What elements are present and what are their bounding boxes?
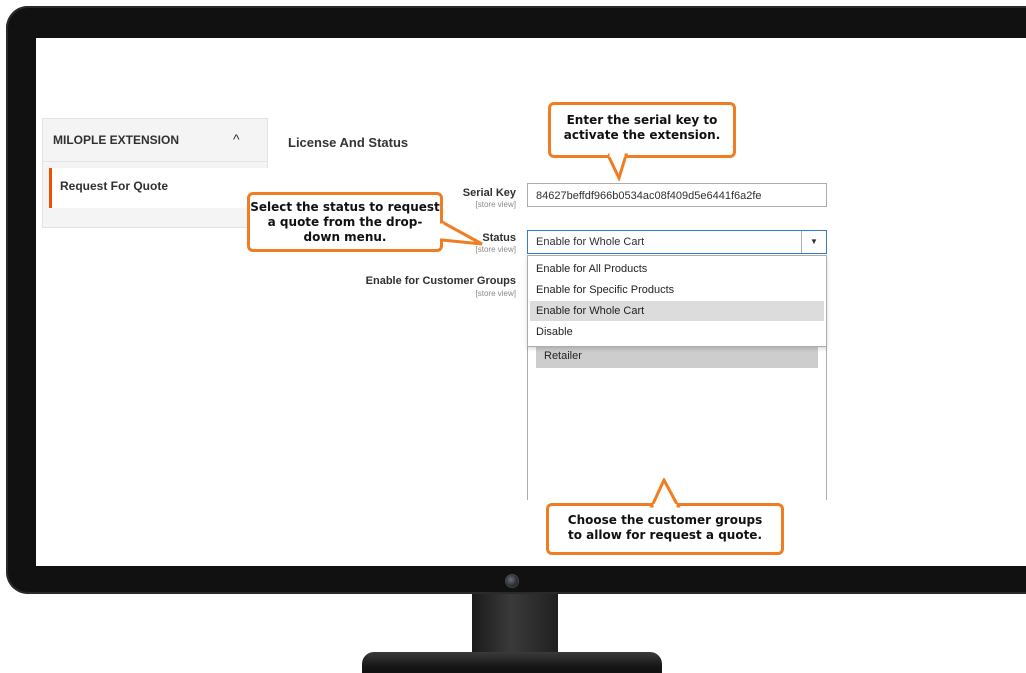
status-option-whole-cart[interactable]: Enable for Whole Cart	[530, 301, 824, 321]
callout-serial-pointer	[608, 153, 628, 181]
status-dropdown-menu: Enable for All Products Enable for Speci…	[527, 255, 827, 347]
status-option-specific-products[interactable]: Enable for Specific Products	[530, 280, 824, 300]
customer-groups-scope: [store view]	[475, 289, 516, 298]
webcam-icon	[505, 574, 519, 588]
customer-groups-label: Enable for Customer Groups	[365, 275, 516, 287]
monitor-stand-base	[362, 652, 662, 673]
callout-status-line-3: down menu.	[303, 230, 387, 244]
monitor-screen: MILOPLE EXTENSION ^ Request For Quote Li…	[36, 38, 1026, 566]
chevron-up-icon[interactable]: ^	[233, 131, 240, 147]
callout-serial-line-1: Enter the serial key to	[566, 113, 718, 127]
callout-serial-key: Enter the serial key to activate the ext…	[548, 102, 736, 158]
config-sidebar: MILOPLE EXTENSION ^ Request For Quote	[42, 118, 270, 228]
callout-status-line-1: Select the status to request	[250, 200, 440, 214]
callout-status-pointer	[440, 219, 483, 246]
callout-status: Select the status to request a quote fro…	[247, 192, 443, 252]
stage: MILOPLE EXTENSION ^ Request For Quote Li…	[0, 0, 1026, 673]
sidebar-section-header[interactable]: MILOPLE EXTENSION ^	[43, 119, 267, 162]
status-option-disable[interactable]: Disable	[530, 322, 824, 342]
callout-customer-groups: Choose the customer groups to allow for …	[546, 503, 784, 555]
customer-group-option[interactable]: Retailer	[536, 344, 818, 368]
status-selected-value: Enable for Whole Cart	[536, 236, 645, 248]
callout-groups-line-2: to allow for request a quote.	[567, 528, 763, 542]
status-option-all-products[interactable]: Enable for All Products	[530, 259, 824, 279]
callout-groups-line-1: Choose the customer groups	[567, 513, 763, 527]
section-title: License And Status	[288, 135, 409, 150]
callout-groups-pointer	[649, 478, 681, 508]
status-select[interactable]: Enable for Whole Cart ▼	[527, 230, 827, 254]
customer-groups-multiselect[interactable]: Retailer	[527, 334, 827, 500]
monitor-stand-neck	[472, 594, 558, 656]
callout-serial-line-2: activate the extension.	[563, 128, 721, 142]
sidebar-item-request-for-quote[interactable]: Request For Quote	[49, 168, 270, 208]
sidebar-item-label: Request For Quote	[60, 179, 169, 193]
dropdown-arrow-icon[interactable]: ▼	[801, 231, 826, 253]
sidebar-section-title: MILOPLE EXTENSION	[53, 133, 180, 147]
serial-key-input[interactable]: 84627beffdf966b0534ac08f409d5e6441f6a2fe	[527, 183, 827, 207]
callout-status-line-2: a quote from the drop-	[267, 215, 423, 229]
